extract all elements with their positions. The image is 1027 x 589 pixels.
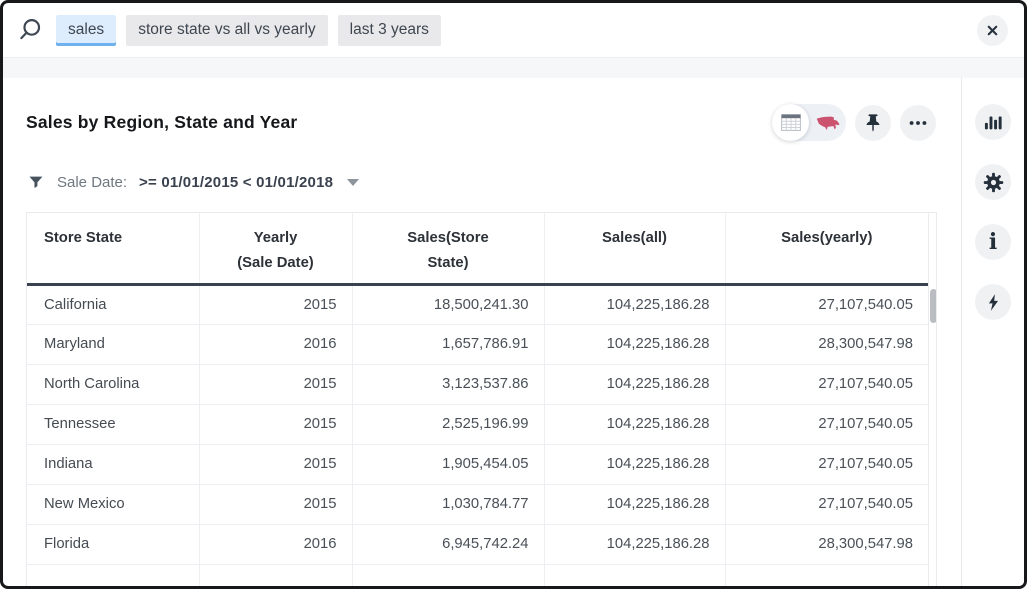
cell-value[interactable]: 2015 [199,404,352,444]
cell-value[interactable]: 2016 [199,524,352,564]
cell-value[interactable]: 2,525,196.99 [352,404,544,444]
scrollbar-thumb[interactable] [930,289,937,323]
table-row: California201518,500,241.30104,225,186.2… [27,284,928,324]
cell-value[interactable]: 104,225,186.28 [544,444,725,484]
cell-value[interactable]: 27,107,540.05 [725,484,928,524]
column-header[interactable]: Store State [27,213,199,284]
cell-value[interactable]: 2015 [199,284,352,324]
table-row: Maryland20161,657,786.91104,225,186.2828… [27,324,928,364]
cell-store-state[interactable]: California [27,284,199,324]
cell-value [544,564,725,586]
title-row: Sales by Region, State and Year [26,104,936,141]
view-toggle[interactable] [772,104,846,141]
table-view-button[interactable] [772,104,809,141]
page-title: Sales by Region, State and Year [26,112,297,133]
cell-value[interactable]: 104,225,186.28 [544,284,725,324]
table-row: Florida20166,945,742.24104,225,186.2828,… [27,524,928,564]
cell-value[interactable]: 18,500,241.30 [352,284,544,324]
app-window: sales store state vs all vs yearly last 3 … [0,0,1027,589]
toolbar [772,104,936,141]
table-row: New Mexico20151,030,784.77104,225,186.28… [27,484,928,524]
cell-store-state[interactable]: North Carolina [27,364,199,404]
gear-icon [982,171,1005,194]
chart-type-button[interactable] [975,104,1011,140]
subheader-strip [3,58,1024,78]
cell-value[interactable]: 27,107,540.05 [725,444,928,484]
cell-value[interactable]: 2015 [199,484,352,524]
data-table: Store StateYearly(Sale Date)Sales(StoreS… [27,213,928,586]
filter-row[interactable]: Sale Date: >= 01/01/2015 < 01/01/2018 [26,170,936,194]
search-token-list: sales store state vs all vs yearly last 3 … [56,15,441,46]
results-table: Store StateYearly(Sale Date)Sales(StoreS… [26,212,937,586]
search-bar[interactable]: sales store state vs all vs yearly last 3 … [3,3,1024,58]
cell-value[interactable]: 1,030,784.77 [352,484,544,524]
cell-value[interactable]: 3,123,537.86 [352,364,544,404]
funnel-icon [26,173,45,192]
ellipsis-icon [907,112,929,134]
bolt-icon [983,292,1004,313]
cell-value[interactable]: 27,107,540.05 [725,284,928,324]
cell-value[interactable]: 104,225,186.28 [544,364,725,404]
pin-icon [862,112,884,134]
cell-value[interactable]: 2016 [199,324,352,364]
cell-value[interactable]: 2015 [199,444,352,484]
column-header[interactable]: Yearly(Sale Date) [199,213,352,284]
answer-panel: Sales by Region, State and Year [3,78,961,586]
cell-store-state[interactable]: New Mexico [27,484,199,524]
cell-value[interactable]: 2015 [199,364,352,404]
column-header[interactable]: Sales(all) [544,213,725,284]
cell-store-state[interactable]: Florida [27,524,199,564]
table-row: Indiana20151,905,454.05104,225,186.2827,… [27,444,928,484]
insights-button[interactable] [975,284,1011,320]
cell-value[interactable]: 6,945,742.24 [352,524,544,564]
search-token[interactable]: sales [56,15,116,46]
cell-value[interactable]: 28,300,547.98 [725,324,928,364]
cell-store-state[interactable]: Indiana [27,444,199,484]
table-row: North Carolina20153,123,537.86104,225,18… [27,364,928,404]
map-view-button[interactable] [809,114,846,132]
cell-value [27,564,199,586]
search-icon [17,17,44,44]
chevron-down-icon[interactable] [347,179,359,186]
table-scrollbar[interactable] [928,213,936,586]
info-button[interactable]: i [975,224,1011,260]
cell-value [199,564,352,586]
cell-value[interactable]: 104,225,186.28 [544,324,725,364]
cell-value[interactable]: 27,107,540.05 [725,404,928,444]
cell-value [725,564,928,586]
cell-value[interactable]: 104,225,186.28 [544,484,725,524]
clear-search-button[interactable] [977,15,1008,46]
cell-value[interactable]: 1,905,454.05 [352,444,544,484]
cell-value[interactable]: 28,300,547.98 [725,524,928,564]
map-view-icon [815,114,841,132]
cell-value[interactable]: 27,107,540.05 [725,364,928,404]
table-header-row: Store StateYearly(Sale Date)Sales(StoreS… [27,213,928,284]
settings-button[interactable] [975,164,1011,200]
cell-store-state[interactable]: Maryland [27,324,199,364]
more-options-button[interactable] [900,105,936,141]
info-icon: i [989,231,997,253]
search-token[interactable]: last 3 years [338,15,441,46]
filter-label: Sale Date: [57,174,127,191]
search-token[interactable]: store state vs all vs yearly [126,15,327,46]
cell-value[interactable]: 1,657,786.91 [352,324,544,364]
right-toolbar: i [961,78,1024,586]
cell-value[interactable]: 104,225,186.28 [544,404,725,444]
column-header[interactable]: Sales(StoreState) [352,213,544,284]
cell-value[interactable]: 104,225,186.28 [544,524,725,564]
cell-value [352,564,544,586]
filter-value[interactable]: >= 01/01/2015 < 01/01/2018 [139,174,333,191]
bar-chart-icon [982,111,1004,133]
close-icon [985,23,1000,38]
pin-button[interactable] [855,105,891,141]
cell-store-state[interactable]: Tennessee [27,404,199,444]
table-row: Tennessee20152,525,196.99104,225,186.282… [27,404,928,444]
table-row-partial [27,564,928,586]
column-header[interactable]: Sales(yearly) [725,213,928,284]
table-view-icon [781,114,801,131]
